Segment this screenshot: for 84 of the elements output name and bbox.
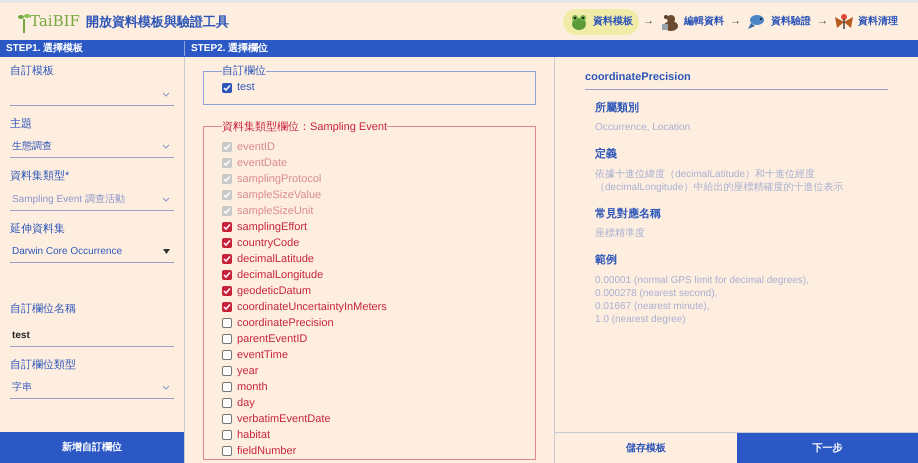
step-heading: STEP1. 選擇模板: [0, 41, 185, 56]
chevron-down-icon: [162, 196, 170, 202]
field-label: 主題: [10, 116, 33, 132]
field-label: 自訂欄位類型: [10, 358, 77, 372]
checkbox-label: fieldNumber: [237, 444, 296, 459]
bear-icon: [660, 12, 680, 30]
footer-button[interactable]: 下一步: [736, 433, 918, 463]
section-text: 0.01667 (nearest minute),: [595, 300, 711, 312]
chevron-down-icon: [162, 385, 170, 390]
section-heading: 定義: [595, 146, 618, 162]
checkbox[interactable]: [222, 446, 232, 456]
section-heading: 範例: [595, 253, 618, 268]
fish-icon: [747, 12, 767, 30]
field-label: 延伸資料集: [10, 222, 66, 236]
checkbox[interactable]: [222, 430, 232, 440]
section-text: Occurrence, Location: [595, 121, 692, 134]
checkbox-label: year: [237, 364, 258, 379]
workflow-step[interactable]: 編輯資料: [658, 8, 726, 34]
checkbox-label: countryCode: [237, 236, 300, 251]
arrow-text: →: [730, 14, 741, 30]
workflow-step[interactable]: 資料清理: [832, 8, 900, 34]
field-label: 資料集類型*: [10, 169, 70, 184]
group-legend: 資料集類型欄位：Sampling Event: [222, 118, 388, 135]
checkbox[interactable]: [222, 334, 232, 344]
arrow-text: →: [643, 14, 654, 30]
checkbox-label: sampleSizeValue: [237, 188, 322, 203]
checkbox-label: eventID: [237, 140, 275, 155]
logo-text: TaiBIF: [30, 11, 80, 32]
checkbox-label: coordinateUncertaintyInMeters: [237, 300, 387, 315]
frog-icon: [569, 12, 589, 30]
add-field-button[interactable]: 新增自訂欄位: [0, 432, 184, 463]
checkbox[interactable]: [222, 270, 232, 280]
caret-icon: [163, 249, 170, 254]
field-label: 自訂欄位名稱: [10, 302, 77, 317]
checkbox-label: test: [237, 80, 255, 96]
select-field[interactable]: Darwin Core Occurrence: [10, 241, 174, 263]
checkbox-label: verbatimEventDate: [237, 412, 331, 427]
checkbox-label: decimalLatitude: [237, 252, 314, 267]
checkbox-label: parentEventID: [237, 332, 308, 347]
checkbox-label: month: [237, 380, 268, 395]
workflow-step[interactable]: 資料驗證: [745, 8, 813, 34]
section-text: 0.000278 (nearest second),: [595, 286, 718, 300]
checkbox-label: coordinatePrecision: [237, 316, 334, 331]
checkbox[interactable]: [222, 398, 232, 408]
input-field[interactable]: test: [10, 324, 174, 346]
section-text: 1.0 (nearest degree): [595, 312, 687, 326]
section-text: 座標精準度: [595, 227, 646, 240]
checkbox[interactable]: [222, 286, 232, 296]
checkbox-label: samplingEffort: [237, 220, 308, 235]
app-title: 開放資料模板與驗證工具: [86, 12, 229, 31]
checkbox-label: eventTime: [237, 348, 288, 363]
checkbox[interactable]: [222, 350, 232, 360]
checkbox[interactable]: [222, 318, 232, 328]
checkbox[interactable]: [222, 302, 232, 312]
checkbox-label: eventDate: [237, 156, 288, 171]
checkbox[interactable]: [222, 238, 232, 248]
section-heading: 所屬類別: [595, 100, 640, 116]
chevron-down-icon: [162, 144, 170, 149]
group-legend: 自訂欄位: [222, 63, 266, 80]
checkbox-label: habitat: [237, 428, 270, 443]
chevron-down-icon: [162, 92, 170, 96]
checkbox-label: samplingProtocol: [237, 172, 322, 187]
checkbox[interactable]: [222, 414, 232, 424]
field-label: 自訂模板: [10, 64, 55, 79]
select-field[interactable]: 字串: [10, 377, 174, 399]
checkbox-label: day: [237, 396, 255, 411]
checkbox-label: geodeticDatum: [237, 284, 311, 299]
checkbox-label: decimalLongitude: [237, 268, 324, 283]
checkbox[interactable]: [222, 366, 232, 376]
step-heading: STEP2. 選擇欄位: [190, 42, 270, 56]
check-icon: [223, 84, 231, 92]
select-field[interactable]: 生態調查: [10, 136, 174, 158]
butterfly-icon: [834, 12, 854, 30]
section-text: 0.00001 (normal GPS limit for decimal degrees),: [595, 274, 810, 286]
detail-title: coordinatePrecision: [585, 69, 888, 90]
workflow-step[interactable]: 資料模板: [563, 8, 639, 34]
checkbox[interactable]: [222, 382, 232, 392]
checkbox-label: sampleSizeUnit: [237, 204, 314, 219]
section-heading: 常見對應名稱: [595, 206, 662, 222]
arrow-text: →: [817, 14, 828, 30]
checkbox[interactable]: [222, 222, 232, 232]
checkbox[interactable]: [222, 82, 232, 92]
section-text: 依據十進位緯度（decimalLatitude）和十進位經度（decimalLongitude）中給出的座標精確度的十進位表示: [595, 168, 844, 194]
checkbox[interactable]: [222, 254, 232, 264]
